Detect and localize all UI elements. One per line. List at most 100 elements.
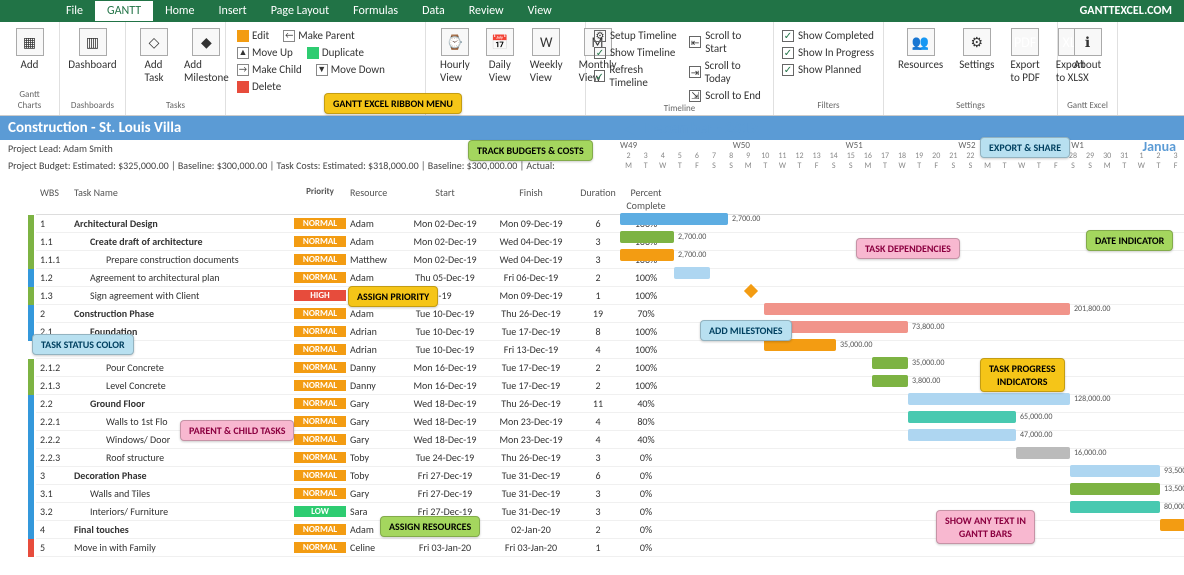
checkbox-icon (782, 30, 794, 42)
tab-gantt[interactable]: GANTT (95, 1, 153, 21)
callout-priority: ASSIGN PRIORITY (348, 286, 438, 307)
gantt-row: 47,000.00 (620, 426, 1184, 444)
show-inprogress-checkbox[interactable]: Show In Progress (782, 45, 875, 60)
show-planned-checkbox[interactable]: Show Planned (782, 62, 875, 77)
gantt-row (620, 264, 1184, 282)
callout-milestones: ADD MILESTONES (700, 320, 792, 341)
brand-label: GANTTEXCEL.COM (1080, 4, 1184, 18)
gantt-bar[interactable] (674, 267, 710, 279)
tab-review[interactable]: Review (457, 1, 516, 21)
gantt-row: 128,000.00 (620, 390, 1184, 408)
timeline-next-month: Janua (1143, 138, 1176, 155)
gantt-row: 3,800.00 (620, 372, 1184, 390)
make-parent-button[interactable]: ←Make Parent (280, 28, 358, 43)
pencil-icon (237, 30, 249, 42)
gantt-bar[interactable] (872, 357, 908, 369)
scroll-start-button[interactable]: ⇤Scroll to Start (689, 28, 765, 56)
resources-button[interactable]: 👥Resources (892, 26, 949, 86)
gantt-row: 13,500.00 (620, 480, 1184, 498)
calendar-week-icon: W (532, 28, 560, 56)
timeline-header: ◀December - 2019 W49W50W51W52W1 23456789… (620, 117, 1184, 171)
callout-export: EXPORT & SHARE (980, 137, 1070, 158)
weekly-view-button[interactable]: WWeekly View (524, 26, 569, 86)
setup-timeline-button[interactable]: ⚙Setup Timeline (594, 28, 679, 43)
settings-button[interactable]: ⚙Settings (953, 26, 1000, 86)
tab-home[interactable]: Home (153, 1, 206, 21)
gantt-row: 65,000.00 (620, 408, 1184, 426)
refresh-timeline-checkbox[interactable]: Refresh Timeline (594, 62, 679, 90)
export-pdf-button[interactable]: PDFExport to PDF (1004, 26, 1045, 86)
gantt-bar[interactable] (620, 249, 674, 261)
callout-budgets: TRACK BUDGETS & COSTS (468, 140, 593, 161)
callout-resources: ASSIGN RESOURCES (380, 516, 480, 537)
tab-formulas[interactable]: Formulas (341, 1, 410, 21)
gantt-bar[interactable] (1070, 483, 1160, 495)
gantt-bar[interactable] (764, 303, 1070, 315)
dashboard-button[interactable]: ▥Dashboard (68, 26, 117, 73)
scroll-today-button[interactable]: ⇥Scroll to Today (689, 58, 765, 86)
about-button[interactable]: ℹAbout (1066, 26, 1109, 73)
add-chart-button[interactable]: ▦Add (8, 26, 51, 73)
delete-button[interactable]: Delete (234, 79, 284, 94)
timeline-days: 2345678910111213141516171819202122232425… (620, 151, 1184, 161)
gantt-chart: 2,700.002,700.002,700.00201,800.0073,800… (620, 210, 1184, 552)
gantt-bar[interactable] (1070, 465, 1160, 477)
gantt-bar[interactable] (1160, 519, 1184, 531)
tab-insert[interactable]: Insert (207, 1, 259, 21)
project-title: Construction - St. Louis Villa (8, 119, 181, 137)
scroll-icon: ⇥ (689, 66, 700, 78)
tab-page layout[interactable]: Page Layout (259, 1, 341, 21)
gantt-row: 2,700.00 (620, 210, 1184, 228)
gantt-bar[interactable] (908, 429, 1016, 441)
gantt-bar[interactable] (908, 393, 1070, 405)
milestone-icon: ◆ (192, 28, 220, 56)
daily-view-button[interactable]: 📅Daily View (480, 26, 520, 86)
duplicate-button[interactable]: Duplicate (304, 45, 367, 60)
gantt-bar[interactable] (1070, 501, 1160, 513)
gear-icon: ⚙ (594, 30, 606, 42)
ribbon: ▦Add Gantt Charts ▥Dashboard Dashboards … (0, 22, 1184, 116)
move-up-button[interactable]: ▲Move Up (234, 45, 296, 60)
scroll-end-button[interactable]: ⇲Scroll to End (689, 88, 765, 103)
edit-button[interactable]: Edit (234, 28, 272, 43)
down-icon: ▼ (316, 64, 328, 76)
scroll-icon: ⇤ (689, 36, 701, 48)
move-down-button[interactable]: ▼Move Down (313, 62, 388, 77)
gantt-bar[interactable] (908, 411, 1016, 423)
parent-icon: ← (283, 30, 295, 42)
gantt-bar[interactable] (620, 213, 728, 225)
checkbox-icon (782, 64, 794, 76)
gantt-row: 35,000.00 (620, 354, 1184, 372)
callout-deps: TASK DEPENDENCIES (856, 238, 960, 259)
child-icon: → (237, 64, 249, 76)
gantt-row: 20,000.00 (620, 516, 1184, 534)
up-icon: ▲ (237, 47, 249, 59)
gantt-row (620, 282, 1184, 300)
gear-icon: ⚙ (963, 28, 991, 56)
gantt-bar[interactable] (872, 375, 908, 387)
clock-icon: ⌚ (441, 28, 469, 56)
callout-parent: PARENT & CHILD TASKS (180, 420, 294, 441)
minus-icon (237, 81, 249, 93)
people-icon: 👥 (907, 28, 935, 56)
show-completed-checkbox[interactable]: Show Completed (782, 28, 875, 43)
checkbox-icon (782, 47, 794, 59)
gantt-row: 201,800.00 (620, 300, 1184, 318)
tab-data[interactable]: Data (410, 1, 457, 21)
gantt-bar[interactable] (620, 231, 674, 243)
timeline-prev[interactable]: ◀ (620, 120, 639, 137)
add-task-button[interactable]: ◇Add Task (134, 26, 174, 86)
tab-view[interactable]: View (516, 1, 564, 21)
timeline-weeks: W49W50W51W52W1 (620, 140, 1184, 151)
hourly-view-button[interactable]: ⌚Hourly View (434, 26, 476, 86)
callout-progress: TASK PROGRESS INDICATORS (980, 358, 1065, 392)
show-timeline-checkbox[interactable]: Show Timeline (594, 45, 679, 60)
milestone-diamond[interactable] (744, 284, 758, 298)
make-child-button[interactable]: →Make Child (234, 62, 305, 77)
callout-ribbon: GANTT EXCEL RIBBON MENU (324, 93, 462, 114)
calendar-day-icon: 📅 (486, 28, 514, 56)
timeline-dow: MTWTFSSMTWTFSSMTWTFSSMTWTFSSMTWTF (620, 161, 1184, 171)
gantt-bar[interactable] (1016, 447, 1070, 459)
tab-file[interactable]: File (54, 1, 95, 21)
callout-date: DATE INDICATOR (1086, 230, 1173, 251)
